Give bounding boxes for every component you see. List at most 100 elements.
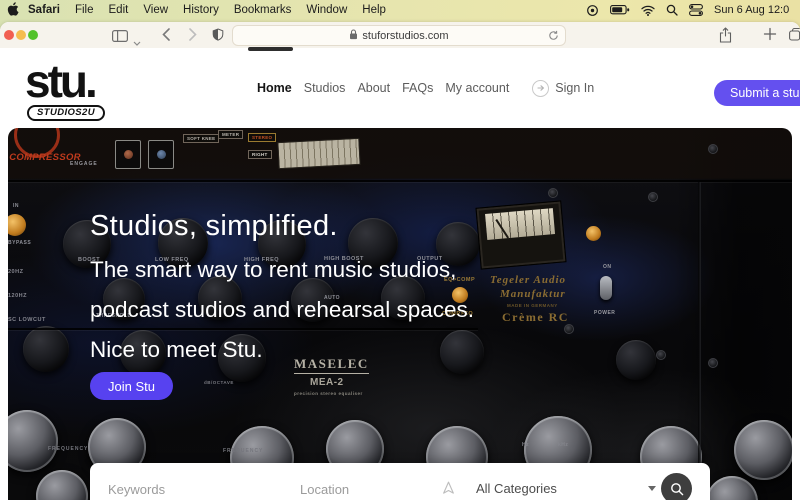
menu-item-bookmarks[interactable]: Bookmarks — [234, 4, 292, 16]
photo-label: SOFT KNEE — [183, 134, 220, 143]
control-center-icon[interactable] — [689, 4, 703, 16]
dropdown-caret-icon[interactable] — [648, 486, 656, 491]
knob-decoration — [706, 476, 758, 500]
photo-label: RIGHT — [248, 150, 272, 159]
submit-studio-button[interactable]: Submit a studio — [714, 80, 800, 106]
search-icon — [670, 482, 683, 495]
menu-item-window[interactable]: Window — [306, 4, 347, 16]
photo-label: FREQUENCY — [48, 446, 89, 452]
screw-decoration — [548, 188, 558, 198]
nav-item-studios[interactable]: Studios — [304, 81, 346, 95]
menu-bar-status: Sun 6 Aug 12:0 — [586, 0, 800, 20]
main-nav: Home Studios About FAQs My account Sign … — [257, 48, 594, 128]
hero-line-2: podcast studios and rehearsal spaces. — [90, 297, 474, 322]
forward-button[interactable] — [189, 28, 197, 46]
close-window-button[interactable] — [4, 30, 14, 40]
photo-label: POWER — [594, 310, 616, 316]
photo-label: BYPASS — [8, 240, 32, 246]
safari-window: stuforstudios.com stu. STUDIOS2U Home St… — [0, 22, 800, 500]
knob-decoration — [23, 326, 69, 372]
hero-line-1: The smart way to rent music studios, — [90, 257, 457, 282]
spotlight-search-icon[interactable] — [666, 4, 678, 16]
menu-item-view[interactable]: View — [143, 4, 168, 16]
menu-item-file[interactable]: File — [75, 4, 94, 16]
logo-wordmark: stu. — [25, 55, 98, 107]
address-bar[interactable]: stuforstudios.com — [232, 25, 566, 46]
apple-menu-icon[interactable] — [7, 1, 19, 19]
photo-label: MADE IN GERMANY — [507, 303, 558, 308]
power-toggle — [600, 276, 612, 300]
hero-subtitle: The smart way to rent music studios, pod… — [90, 250, 474, 370]
join-stu-button[interactable]: Join Stu — [90, 372, 173, 400]
wifi-icon[interactable] — [641, 5, 655, 16]
menu-item-help[interactable]: Help — [362, 4, 386, 16]
screw-decoration — [564, 324, 574, 334]
nav-item-faqs[interactable]: FAQs — [402, 81, 433, 95]
web-page: stu. STUDIOS2U Home Studios About FAQs M… — [0, 47, 800, 500]
battery-icon[interactable] — [610, 5, 630, 15]
safari-toolbar: stuforstudios.com — [0, 22, 800, 49]
knob-decoration — [36, 470, 88, 500]
reload-icon[interactable] — [548, 30, 559, 44]
photo-label: 120HZ — [8, 293, 28, 299]
privacy-shield-icon[interactable] — [212, 28, 224, 47]
photo-label: kHz — [558, 442, 569, 448]
screen-recording-icon[interactable] — [586, 4, 599, 17]
photo-label: SC LOWCUT — [8, 317, 46, 323]
search-button[interactable] — [661, 473, 692, 500]
screw-decoration — [648, 192, 658, 202]
photo-label: Crème RC — [502, 310, 569, 324]
gps-locate-icon[interactable] — [442, 481, 455, 500]
screw-decoration — [708, 358, 718, 368]
photo-label: Hz — [522, 442, 530, 448]
screw-decoration — [656, 350, 666, 360]
knob-decoration — [734, 420, 792, 480]
nav-item-my-account[interactable]: My account — [445, 81, 509, 95]
photo-label: dB/OCTAVE — [204, 380, 234, 385]
studio-search-bar: All Categories — [90, 463, 710, 500]
page-top-dark-bar — [248, 47, 293, 51]
photo-label: ON — [603, 264, 612, 270]
vu-meter — [475, 200, 567, 270]
photo-label: precision stereo equaliser — [294, 391, 363, 396]
menu-item-safari[interactable]: Safari — [28, 4, 60, 16]
knob-decoration — [8, 410, 58, 472]
logo-badge: STUDIOS2U — [27, 105, 105, 121]
tab-overview-icon[interactable] — [789, 27, 800, 46]
site-logo[interactable]: stu. STUDIOS2U — [25, 55, 105, 121]
minimize-window-button[interactable] — [16, 30, 26, 40]
menu-item-edit[interactable]: Edit — [109, 4, 129, 16]
hero-section: COMPRESSOR ENGAGE SOFT KNEE METER STEREO… — [8, 128, 792, 500]
macos-menu-bar: Safari File Edit View History Bookmarks … — [0, 0, 800, 20]
new-tab-icon[interactable] — [763, 27, 777, 46]
scale-meter — [277, 137, 361, 170]
category-dropdown[interactable]: All Categories — [476, 463, 557, 500]
knob-decoration — [616, 340, 656, 380]
photo-label: 20HZ — [8, 269, 24, 275]
lock-icon — [349, 28, 358, 43]
menu-bar-clock[interactable]: Sun 6 Aug 12:0 — [714, 4, 798, 16]
photo-label: ENGAGE — [70, 161, 98, 167]
hero-title: Studios, simplified. — [90, 210, 338, 242]
sign-in-link[interactable]: Sign In — [532, 79, 595, 97]
back-button[interactable] — [162, 28, 170, 46]
photo-label: METER — [218, 130, 244, 139]
menu-item-history[interactable]: History — [183, 4, 219, 16]
screw-decoration — [708, 144, 718, 154]
sign-in-arrow-icon — [532, 79, 550, 97]
fullscreen-window-button[interactable] — [28, 30, 38, 40]
photo-label: IN — [13, 203, 19, 209]
share-icon[interactable] — [719, 27, 732, 48]
nav-item-about[interactable]: About — [357, 81, 390, 95]
location-input[interactable] — [298, 463, 432, 500]
photo-label: Tegeler Audio — [490, 274, 567, 286]
photo-label: FREQUENCY — [223, 448, 264, 454]
sign-in-label: Sign In — [555, 81, 595, 95]
photo-label: Manufaktur — [500, 288, 566, 300]
photo-label: STEREO — [248, 133, 277, 142]
hero-line-3: Nice to meet Stu. — [90, 337, 263, 362]
keywords-input[interactable] — [106, 463, 280, 500]
sidebar-toggle-icon[interactable] — [112, 29, 129, 47]
photo-label: MEA-2 — [310, 377, 344, 388]
nav-item-home[interactable]: Home — [257, 81, 292, 95]
